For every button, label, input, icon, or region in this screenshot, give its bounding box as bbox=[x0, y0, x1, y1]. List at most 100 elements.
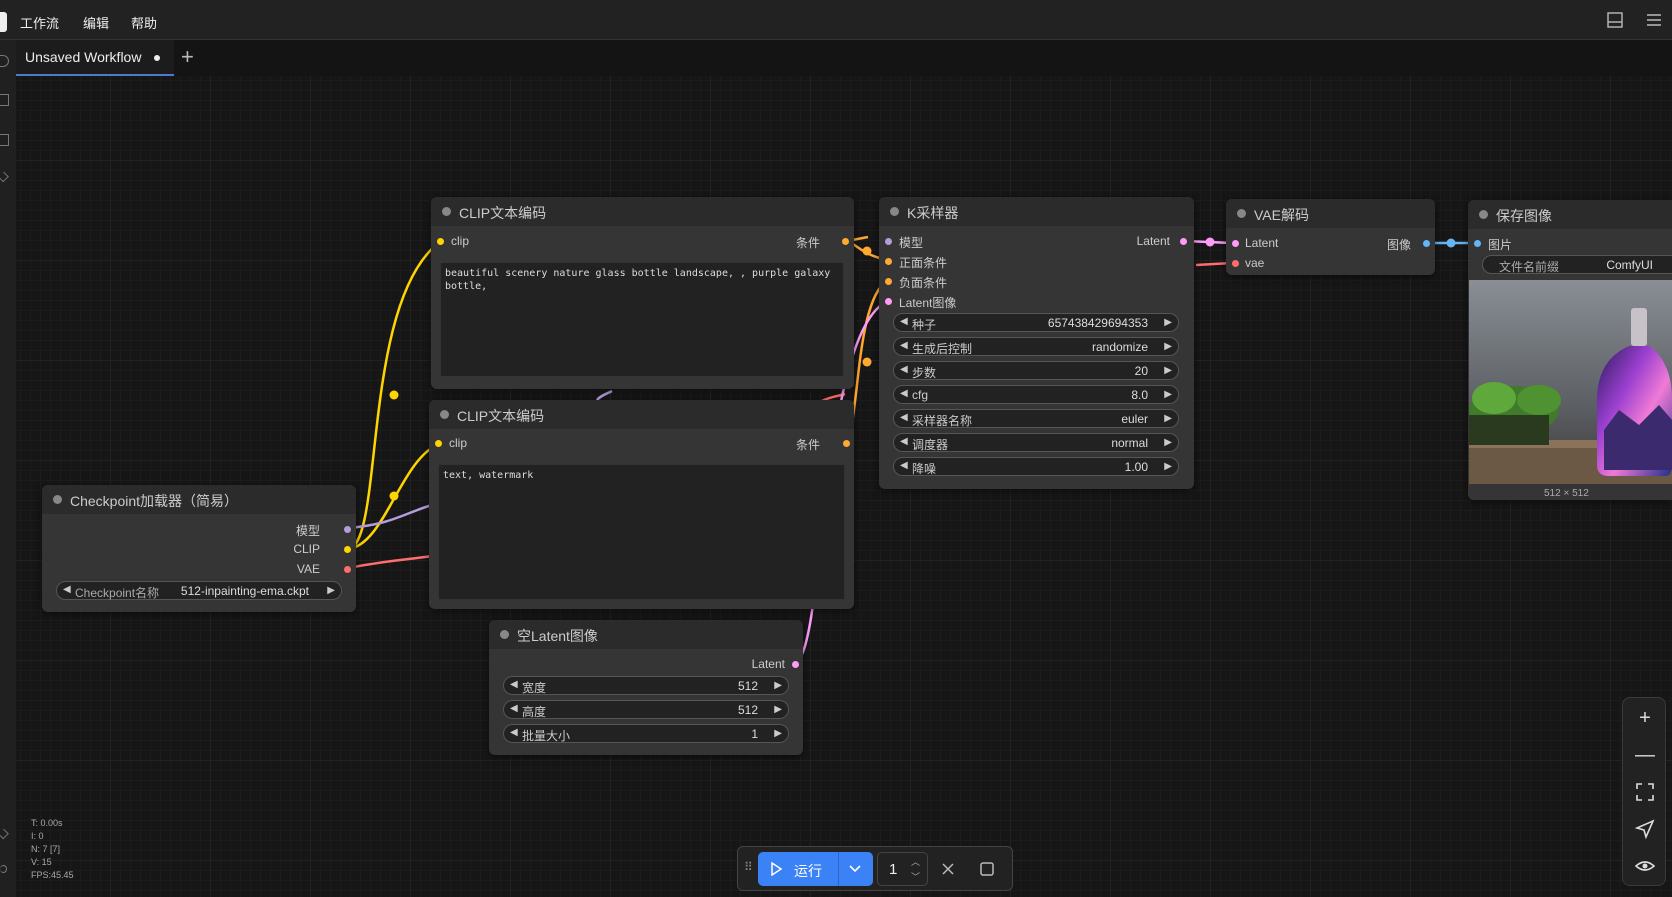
model-output-slot[interactable] bbox=[344, 526, 351, 533]
denoise-widget[interactable]: ◀ 降噪 1.00 ▶ bbox=[893, 457, 1179, 476]
menu-edit[interactable]: 编辑 bbox=[83, 13, 109, 32]
model-input-slot[interactable] bbox=[885, 238, 892, 245]
conditioning-output-slot[interactable] bbox=[842, 238, 849, 245]
latent-output-slot[interactable] bbox=[792, 661, 799, 668]
arrow-left-icon[interactable]: ◀ bbox=[900, 340, 908, 351]
collapse-dot-icon[interactable] bbox=[1237, 209, 1246, 218]
arrow-left-icon[interactable]: ◀ bbox=[510, 679, 518, 690]
latent-input-slot[interactable] bbox=[885, 298, 892, 305]
clip-input-slot[interactable] bbox=[437, 238, 444, 245]
arrow-left-icon[interactable]: ◀ bbox=[900, 412, 908, 423]
stop-icon[interactable] bbox=[980, 862, 994, 876]
menu-workflow[interactable]: 工作流 bbox=[20, 13, 59, 32]
arrow-right-icon[interactable]: ▶ bbox=[1164, 317, 1172, 328]
zoom-out-icon[interactable]: — bbox=[1633, 743, 1657, 767]
collapse-dot-icon[interactable] bbox=[1479, 210, 1488, 219]
unsaved-dot-icon[interactable] bbox=[154, 55, 160, 61]
app-logo[interactable] bbox=[0, 12, 7, 32]
settings-icon[interactable] bbox=[0, 865, 7, 873]
arrow-left-icon[interactable]: ◀ bbox=[63, 584, 71, 595]
steps-widget[interactable]: ◀ 步数 20 ▶ bbox=[893, 361, 1179, 380]
arrow-right-icon[interactable]: ▶ bbox=[1164, 341, 1172, 352]
node-clip-text-encode-negative[interactable]: CLIP文本编码 clip 条件 text, watermark bbox=[429, 400, 854, 609]
image-input-slot[interactable] bbox=[1474, 240, 1481, 247]
eye-icon[interactable] bbox=[1633, 854, 1657, 878]
arrow-right-icon[interactable]: ▶ bbox=[774, 728, 782, 739]
menu-help[interactable]: 帮助 bbox=[131, 13, 157, 32]
arrow-right-icon[interactable]: ▶ bbox=[1164, 365, 1172, 376]
tab-unsaved-workflow[interactable]: Unsaved Workflow bbox=[16, 40, 174, 76]
collapse-dot-icon[interactable] bbox=[500, 630, 509, 639]
queue-icon[interactable] bbox=[0, 55, 9, 67]
node-library-icon[interactable] bbox=[0, 94, 9, 106]
prompt-textarea[interactable]: beautiful scenery nature glass bottle la… bbox=[440, 262, 844, 377]
hamburger-menu-icon[interactable] bbox=[1645, 11, 1663, 29]
collapse-dot-icon[interactable] bbox=[890, 207, 899, 216]
arrow-left-icon[interactable]: ◀ bbox=[900, 388, 908, 399]
collapse-dot-icon[interactable] bbox=[440, 410, 449, 419]
run-button[interactable]: 运行 bbox=[758, 852, 873, 886]
checkpoint-name-combo[interactable]: ◀ Checkpoint名称 512-inpainting-ema.ckpt ▶ bbox=[56, 581, 342, 600]
node-vae-decode[interactable]: VAE解码 Latent vae 图像 bbox=[1226, 199, 1435, 275]
arrow-left-icon[interactable]: ◀ bbox=[900, 460, 908, 471]
node-title-bar[interactable]: K采样器 bbox=[879, 197, 1194, 226]
vae-input-slot[interactable] bbox=[1232, 260, 1239, 267]
clip-input-slot[interactable] bbox=[435, 440, 442, 447]
decrement-icon[interactable]: ﹀ bbox=[911, 870, 920, 883]
arrow-right-icon[interactable]: ▶ bbox=[774, 704, 782, 715]
scheduler-widget[interactable]: ◀ 调度器 normal ▶ bbox=[893, 433, 1179, 452]
collapse-dot-icon[interactable] bbox=[442, 207, 451, 216]
node-title-bar[interactable]: VAE解码 bbox=[1226, 199, 1435, 228]
node-ksampler[interactable]: K采样器 模型 正面条件 负面条件 Latent图像 Latent ◀ 种子 657… bbox=[879, 197, 1194, 489]
batch-size-widget[interactable]: ◀ 批量大小 1 ▶ bbox=[503, 724, 789, 743]
navigate-icon[interactable] bbox=[1633, 817, 1657, 841]
arrow-left-icon[interactable]: ◀ bbox=[510, 703, 518, 714]
sampler-name-widget[interactable]: ◀ 采样器名称 euler ▶ bbox=[893, 409, 1179, 428]
fit-view-icon[interactable] bbox=[1633, 780, 1657, 804]
node-title-bar[interactable]: 保存图像 bbox=[1468, 200, 1672, 229]
latent-input-slot[interactable] bbox=[1232, 240, 1239, 247]
negative-input-slot[interactable] bbox=[885, 278, 892, 285]
model-library-icon[interactable] bbox=[0, 134, 9, 146]
node-title-bar[interactable]: CLIP文本编码 bbox=[429, 400, 854, 429]
arrow-right-icon[interactable]: ▶ bbox=[1164, 437, 1172, 448]
arrow-right-icon[interactable]: ▶ bbox=[1164, 461, 1172, 472]
arrow-right-icon[interactable]: ▶ bbox=[774, 680, 782, 691]
chevron-down-icon[interactable] bbox=[848, 863, 862, 875]
node-clip-text-encode-positive[interactable]: CLIP文本编码 clip 条件 beautiful scenery natur… bbox=[431, 197, 854, 389]
node-empty-latent-image[interactable]: 空Latent图像 Latent ◀ 宽度 512 ▶ ◀ 高度 512 ▶ ◀ 批量大小 1 ▶ bbox=[489, 620, 803, 755]
collapse-dot-icon[interactable] bbox=[53, 495, 62, 504]
node-checkpoint-loader[interactable]: Checkpoint加载器（简易） 模型 CLIP VAE ◀ Checkpoi… bbox=[42, 485, 356, 612]
arrow-left-icon[interactable]: ◀ bbox=[900, 364, 908, 375]
arrow-right-icon[interactable]: ▶ bbox=[327, 585, 335, 596]
control-after-generate-widget[interactable]: ◀ 生成后控制 randomize ▶ bbox=[893, 337, 1179, 356]
seed-widget[interactable]: ◀ 种子 657438429694353 ▶ bbox=[893, 313, 1179, 332]
batch-count-input[interactable]: 1 ︿ ﹀ bbox=[877, 852, 928, 886]
workflows-icon[interactable] bbox=[0, 171, 9, 183]
increment-icon[interactable]: ︿ bbox=[911, 855, 920, 868]
arrow-left-icon[interactable]: ◀ bbox=[510, 727, 518, 738]
arrow-right-icon[interactable]: ▶ bbox=[1164, 413, 1172, 424]
arrow-left-icon[interactable]: ◀ bbox=[900, 316, 908, 327]
node-title-bar[interactable]: Checkpoint加载器（简易） bbox=[42, 485, 356, 514]
zoom-in-icon[interactable]: + bbox=[1633, 706, 1657, 730]
help-icon[interactable] bbox=[0, 828, 9, 840]
conditioning-output-slot[interactable] bbox=[843, 440, 850, 447]
arrow-right-icon[interactable]: ▶ bbox=[1164, 389, 1172, 400]
prompt-textarea[interactable]: text, watermark bbox=[438, 464, 845, 600]
drag-handle-icon[interactable]: ⠿ bbox=[744, 860, 753, 874]
vae-output-slot[interactable] bbox=[344, 566, 351, 573]
node-title-bar[interactable]: CLIP文本编码 bbox=[431, 197, 854, 226]
output-image-preview[interactable] bbox=[1469, 280, 1672, 484]
cfg-widget[interactable]: ◀ cfg 8.0 ▶ bbox=[893, 385, 1179, 404]
positive-input-slot[interactable] bbox=[885, 258, 892, 265]
bottom-panel-icon[interactable] bbox=[1606, 11, 1624, 29]
width-widget[interactable]: ◀ 宽度 512 ▶ bbox=[503, 676, 789, 695]
height-widget[interactable]: ◀ 高度 512 ▶ bbox=[503, 700, 789, 719]
node-title-bar[interactable]: 空Latent图像 bbox=[489, 620, 803, 649]
filename-prefix-widget[interactable]: 文件名前缀 ComfyUI bbox=[1482, 255, 1672, 274]
arrow-left-icon[interactable]: ◀ bbox=[900, 436, 908, 447]
clip-output-slot[interactable] bbox=[344, 546, 351, 553]
latent-output-slot[interactable] bbox=[1180, 238, 1187, 245]
image-output-slot[interactable] bbox=[1423, 240, 1430, 247]
